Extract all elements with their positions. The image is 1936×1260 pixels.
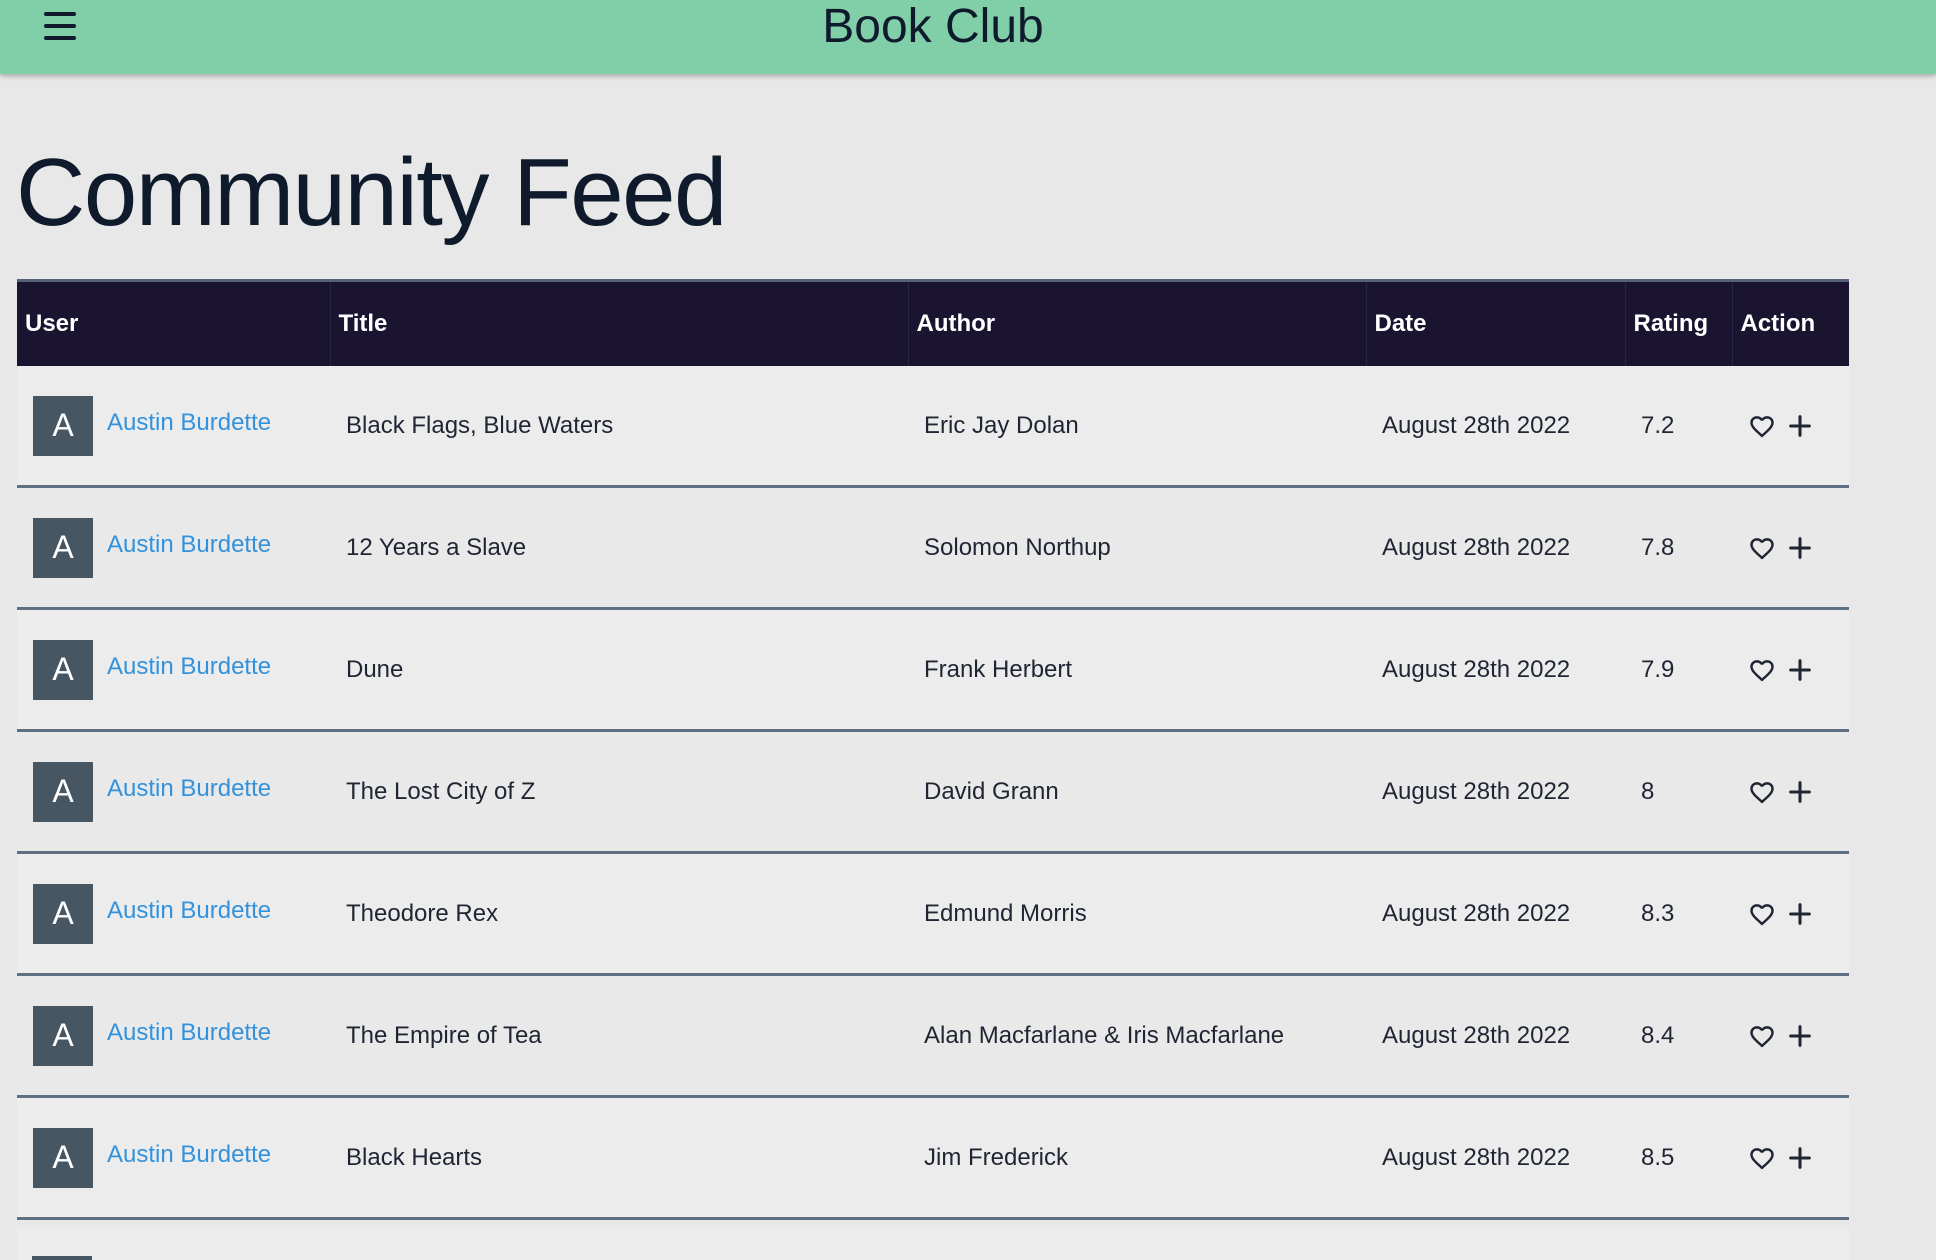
column-header-user[interactable]: User [17, 279, 331, 366]
date-cell: August 28th 2022 [1366, 1096, 1625, 1220]
avatar[interactable]: A [33, 639, 93, 700]
app-title: Book Club [822, 0, 1044, 53]
avatar[interactable]: A [33, 517, 93, 578]
table-row: A Austin Burdette Dune Frank Herbert August … [17, 608, 1849, 732]
date-cell: August 28th 2022 [1366, 608, 1625, 732]
user-link[interactable]: Austin Burdette [107, 775, 271, 803]
table-row-partial [17, 1228, 1849, 1260]
heart-icon[interactable] [1748, 534, 1776, 562]
action-cell [1732, 366, 1849, 488]
user-cell: A Austin Burdette [17, 852, 330, 976]
heart-icon[interactable] [1748, 778, 1776, 806]
author-cell: Alan Macfarlane & Iris Macfarlane [908, 974, 1366, 1098]
rating-cell: 8.4 [1625, 974, 1732, 1098]
top-app-bar: Book Club [0, 0, 1936, 74]
user-cell: A Austin Burdette [17, 1096, 330, 1220]
user-link[interactable]: Austin Burdette [107, 531, 271, 559]
author-cell: Frank Herbert [908, 608, 1366, 732]
date-cell: August 28th 2022 [1366, 730, 1625, 854]
author-cell: David Grann [908, 730, 1366, 854]
rating-cell: 8 [1625, 730, 1732, 854]
title-cell: 12 Years a Slave [330, 486, 908, 610]
plus-icon[interactable] [1786, 778, 1814, 806]
avatar [32, 1256, 92, 1260]
avatar[interactable]: A [33, 395, 93, 456]
plus-icon[interactable] [1786, 1022, 1814, 1050]
plus-icon[interactable] [1786, 1144, 1814, 1172]
table-row: A Austin Burdette 12 Years a Slave Solomon … [17, 486, 1849, 610]
user-cell: A Austin Burdette [17, 730, 330, 854]
title-cell: The Empire of Tea [330, 974, 908, 1098]
avatar[interactable]: A [33, 883, 93, 944]
title-cell: Black Flags, Blue Waters [330, 366, 908, 488]
action-cell [1732, 608, 1849, 732]
user-link[interactable]: Austin Burdette [107, 897, 271, 925]
table-row: A Austin Burdette Black Hearts Jim Frederic… [17, 1096, 1849, 1220]
date-cell: August 28th 2022 [1366, 852, 1625, 976]
rating-cell: 7.9 [1625, 608, 1732, 732]
user-cell: A Austin Burdette [17, 366, 330, 488]
plus-icon[interactable] [1786, 900, 1814, 928]
user-cell: A Austin Burdette [17, 974, 330, 1098]
user-link[interactable]: Austin Burdette [107, 653, 271, 681]
user-link[interactable]: Austin Burdette [107, 1019, 271, 1047]
date-cell: August 28th 2022 [1366, 486, 1625, 610]
plus-icon[interactable] [1786, 656, 1814, 684]
author-cell: Eric Jay Dolan [908, 366, 1366, 488]
action-cell [1732, 486, 1849, 610]
table-row: A Austin Burdette Theodore Rex Edmund Morri… [17, 852, 1849, 976]
user-link[interactable]: Austin Burdette [107, 1141, 271, 1169]
column-header-title[interactable]: Title [330, 279, 909, 366]
title-cell: Theodore Rex [330, 852, 908, 976]
table-row: A Austin Burdette The Empire of Tea Alan Ma… [17, 974, 1849, 1098]
rating-cell: 7.2 [1625, 366, 1732, 488]
title-cell: Black Hearts [330, 1096, 908, 1220]
action-cell [1732, 730, 1849, 854]
table-row: A Austin Burdette Black Flags, Blue Waters… [17, 366, 1849, 488]
user-cell: A Austin Burdette [17, 608, 330, 732]
rating-cell: 8.3 [1625, 852, 1732, 976]
title-cell: The Lost City of Z [330, 730, 908, 854]
avatar[interactable]: A [33, 761, 93, 822]
table-row: A Austin Burdette The Lost City of Z David … [17, 730, 1849, 854]
table-header-row: User Title Author Date Rating Action [17, 279, 1849, 366]
column-header-author[interactable]: Author [908, 279, 1367, 366]
heart-icon[interactable] [1748, 1022, 1776, 1050]
heart-icon[interactable] [1748, 412, 1776, 440]
user-link[interactable]: Austin Burdette [107, 409, 271, 437]
column-header-action: Action [1732, 279, 1849, 366]
user-cell: A Austin Burdette [17, 486, 330, 610]
author-cell: Jim Frederick [908, 1096, 1366, 1220]
rating-cell: 8.5 [1625, 1096, 1732, 1220]
column-header-rating[interactable]: Rating [1625, 279, 1733, 366]
heart-icon[interactable] [1748, 900, 1776, 928]
avatar[interactable]: A [33, 1127, 93, 1188]
plus-icon[interactable] [1786, 534, 1814, 562]
action-cell [1732, 852, 1849, 976]
date-cell: August 28th 2022 [1366, 974, 1625, 1098]
column-header-date[interactable]: Date [1366, 279, 1626, 366]
heart-icon[interactable] [1748, 1144, 1776, 1172]
rating-cell: 7.8 [1625, 486, 1732, 610]
heart-icon[interactable] [1748, 656, 1776, 684]
page-title: Community Feed [16, 139, 727, 246]
author-cell: Edmund Morris [908, 852, 1366, 976]
action-cell [1732, 1096, 1849, 1220]
avatar[interactable]: A [33, 1005, 93, 1066]
plus-icon[interactable] [1786, 412, 1814, 440]
community-feed-table: User Title Author Date Rating Action A Au… [17, 279, 1849, 1220]
title-cell: Dune [330, 608, 908, 732]
author-cell: Solomon Northup [908, 486, 1366, 610]
action-cell [1732, 974, 1849, 1098]
date-cell: August 28th 2022 [1366, 366, 1625, 488]
